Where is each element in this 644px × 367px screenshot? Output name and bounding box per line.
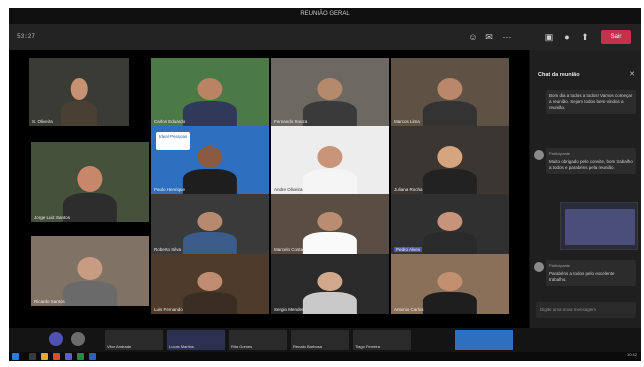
taskbar-clock: 10:42	[626, 352, 637, 357]
start-icon[interactable]	[12, 353, 19, 360]
avatar	[534, 150, 544, 160]
video-tile[interactable]: Andre Oliveira	[271, 126, 389, 194]
participants-icon[interactable]: ☺	[467, 31, 479, 43]
participant-avatar[interactable]	[71, 332, 85, 346]
video-tile[interactable]: Luis Fernando	[151, 254, 269, 314]
teams-icon[interactable]	[65, 353, 72, 360]
meeting-toolbar: 53:27 ☺ ✉ ⋯ ▣ ● ⬆ Sair	[9, 24, 641, 50]
strip-video-tile[interactable]	[455, 330, 513, 350]
video-tile[interactable]: Carlos Eduardo	[151, 58, 269, 126]
browser-icon[interactable]	[53, 353, 60, 360]
video-tile[interactable]: Marcos Lima	[391, 58, 509, 126]
participant-avatar[interactable]	[49, 332, 63, 346]
video-tile[interactable]: Jorge Luiz Santos	[31, 142, 149, 222]
window-title: REUNIÃO GERAL	[300, 11, 350, 17]
leave-button[interactable]: Sair	[601, 30, 631, 44]
share-icon[interactable]: ⬆	[579, 31, 591, 43]
strip-video-tile[interactable]: Rita Gomes	[229, 330, 287, 350]
folder-icon[interactable]	[41, 353, 48, 360]
more-icon[interactable]: ⋯	[501, 31, 513, 43]
mic-icon[interactable]: ●	[561, 31, 573, 43]
word-icon[interactable]	[89, 353, 96, 360]
participant-strip: Vitor Andrade Lucas Martins Rita Gomes R…	[9, 328, 641, 352]
strip-video-tile[interactable]: Renato Barbosa	[291, 330, 349, 350]
video-tile[interactable]: Ideal Pessoas Paulo Henrique	[151, 126, 269, 194]
strip-video-tile[interactable]: Lucas Martins	[167, 330, 225, 350]
chat-panel: Chat da reunião ✕ Bom dia a todos a todo…	[529, 50, 641, 328]
chat-icon[interactable]: ✉	[483, 31, 495, 43]
strip-video-tile[interactable]: Vitor Andrade	[105, 330, 163, 350]
chat-message: Participante Parabéns a todos pelo excel…	[546, 260, 636, 286]
camera-icon[interactable]: ▣	[543, 31, 555, 43]
video-tile[interactable]: Marcelo Costa	[271, 194, 389, 254]
windows-taskbar: 10:42	[9, 352, 641, 361]
excel-icon[interactable]	[77, 353, 84, 360]
strip-video-tile[interactable]: Tiago Ferreira	[353, 330, 411, 350]
avatar	[534, 262, 544, 272]
video-tile[interactable]: Sergio Mendes	[271, 254, 389, 314]
meeting-timer: 53:27	[17, 33, 36, 40]
chat-image-attachment[interactable]	[560, 202, 638, 250]
video-tile[interactable]: Ricardo Santos	[31, 236, 149, 306]
chat-message: Bom dia a todos a todos! Vamos começar a…	[546, 90, 636, 114]
meeting-window: REUNIÃO GERAL 53:27 ☺ ✉ ⋯ ▣ ● ⬆ Sair S. …	[9, 8, 641, 361]
close-icon[interactable]: ✕	[629, 70, 635, 78]
chat-message: Participante Muito obrigado pelo convite…	[546, 148, 636, 174]
video-tile[interactable]: Pedro Alves	[391, 194, 509, 254]
video-tile[interactable]: Juliana Rocha	[391, 126, 509, 194]
video-tile[interactable]: Fernando Souza	[271, 58, 389, 126]
video-grid: S. Oliveira Carlos Eduardo Fernando Souz…	[9, 50, 529, 328]
title-bar: REUNIÃO GERAL	[9, 8, 641, 24]
video-tile[interactable]: S. Oliveira	[29, 58, 129, 126]
chat-compose-input[interactable]: Digite uma nova mensagem	[536, 302, 636, 318]
search-icon[interactable]	[29, 353, 36, 360]
chat-title: Chat da reunião	[538, 72, 580, 78]
video-tile[interactable]: Antonio Carlos	[391, 254, 509, 314]
video-tile[interactable]: Roberto Silva	[151, 194, 269, 254]
